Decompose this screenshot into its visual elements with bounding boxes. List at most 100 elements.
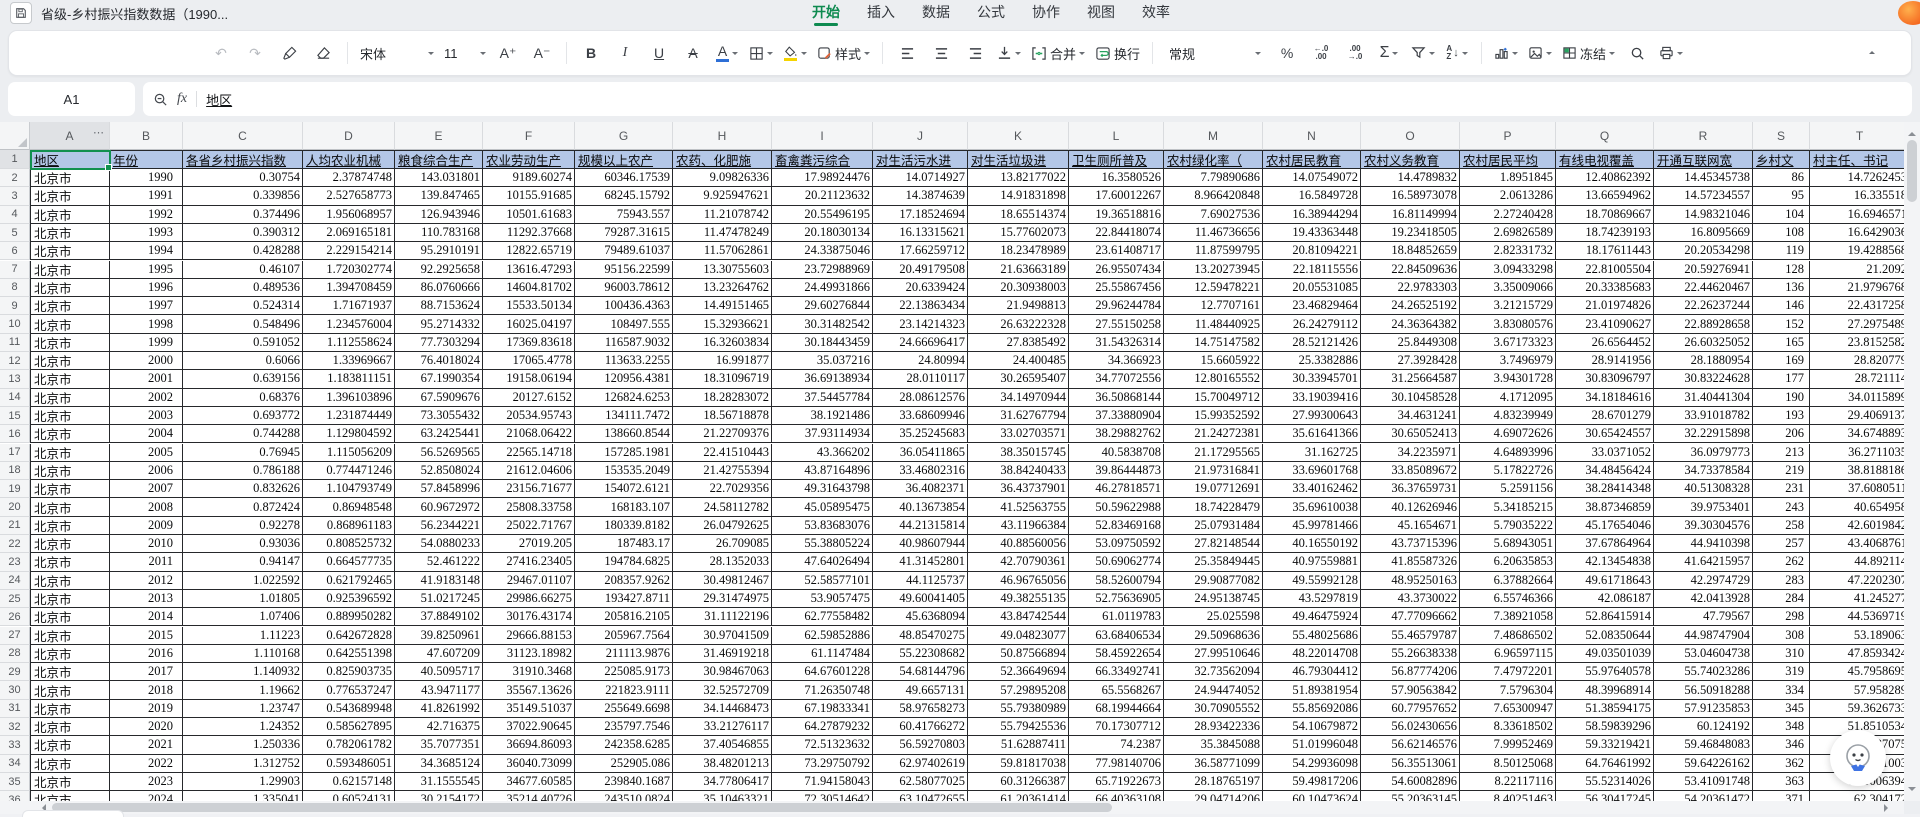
cell[interactable]: 8.50125068 xyxy=(1460,754,1556,773)
account-icon[interactable] xyxy=(1898,1,1920,25)
cell[interactable]: 43.87164896 xyxy=(772,461,873,481)
cell[interactable]: 0.664577735 xyxy=(303,553,395,572)
cell[interactable]: 1.335041 xyxy=(183,791,303,801)
cell[interactable]: 120956.4381 xyxy=(575,370,673,389)
cell[interactable]: 22.81005504 xyxy=(1556,260,1654,279)
cell[interactable]: 61.20361414 xyxy=(968,791,1069,801)
cell[interactable]: 136 xyxy=(1753,278,1810,298)
cell[interactable]: 北京市 xyxy=(30,699,110,718)
cell[interactable]: 22.84509636 xyxy=(1361,260,1460,279)
row-header-17[interactable]: 17 xyxy=(0,443,30,462)
cell[interactable]: 21.9498813 xyxy=(968,297,1069,316)
cell[interactable]: 187483.17 xyxy=(575,535,673,554)
cell[interactable]: 5.68943051 xyxy=(1460,535,1556,554)
row-header-3[interactable]: 3 xyxy=(0,187,30,206)
cell[interactable]: 18.23478989 xyxy=(968,242,1069,261)
cell[interactable]: 213 xyxy=(1753,443,1810,462)
column-header-D[interactable]: D xyxy=(303,122,395,150)
cell[interactable]: 242358.6285 xyxy=(575,736,673,755)
cell[interactable]: 14.3874639 xyxy=(873,187,968,206)
cell[interactable]: 0.776537247 xyxy=(303,681,395,700)
cell[interactable]: 48.22014708 xyxy=(1263,644,1361,664)
cell[interactable]: 25.3382886 xyxy=(1263,352,1361,371)
cell[interactable]: 34.77806417 xyxy=(673,772,772,792)
cell[interactable]: 17369.83618 xyxy=(483,333,575,352)
cell[interactable]: 0.593486051 xyxy=(303,754,395,773)
cell[interactable]: 57.958289 xyxy=(1810,681,1904,700)
cell[interactable]: 27416.23405 xyxy=(483,553,575,572)
cell[interactable]: 0.639156 xyxy=(183,370,303,389)
cell[interactable]: 20.33385683 xyxy=(1556,278,1654,298)
cell[interactable]: 243510.0824 xyxy=(575,791,673,801)
cell[interactable]: 2009 xyxy=(110,516,183,535)
cell[interactable]: 43.5297819 xyxy=(1263,589,1361,609)
cell[interactable]: 108 xyxy=(1753,223,1810,243)
row-header-12[interactable]: 12 xyxy=(0,352,30,371)
cell[interactable]: 33.19039416 xyxy=(1263,388,1361,407)
cell[interactable]: 310 xyxy=(1753,644,1810,664)
cell[interactable]: 86 xyxy=(1753,169,1810,188)
cell[interactable]: 8.966420848 xyxy=(1164,187,1263,206)
row-header-35[interactable]: 35 xyxy=(0,772,30,792)
cell[interactable]: 北京市 xyxy=(30,388,110,407)
cell[interactable]: 18.84852659 xyxy=(1361,242,1460,261)
increase-decimal-button[interactable]: ←.0.00 xyxy=(1306,38,1336,68)
cell[interactable]: 26.6564452 xyxy=(1556,333,1654,352)
cell[interactable]: 5.17822726 xyxy=(1460,461,1556,481)
cell[interactable]: 65.5568267 xyxy=(1069,681,1164,700)
cell[interactable]: 7.48686502 xyxy=(1460,626,1556,645)
cell[interactable]: 49.38255135 xyxy=(968,589,1069,609)
cell[interactable]: 44.892114 xyxy=(1810,553,1904,572)
cell[interactable]: 3.7496979 xyxy=(1460,352,1556,371)
cell[interactable]: 34.14468473 xyxy=(673,699,772,718)
cell[interactable]: 1.231874449 xyxy=(303,406,395,426)
cell[interactable]: 1.129804592 xyxy=(303,425,395,444)
cell[interactable]: 45.6368094 xyxy=(873,608,968,627)
cell[interactable]: 0.374496 xyxy=(183,205,303,224)
cell[interactable]: 2012 xyxy=(110,571,183,590)
cell[interactable]: 26.709085 xyxy=(673,535,772,554)
row-header-13[interactable]: 13 xyxy=(0,370,30,389)
cell[interactable]: 95 xyxy=(1753,187,1810,206)
cell[interactable]: 41.8261992 xyxy=(395,699,483,718)
cell[interactable]: 2.82331732 xyxy=(1460,242,1556,261)
cell[interactable]: 2.0613286 xyxy=(1460,187,1556,206)
cell[interactable]: 42.70790361 xyxy=(968,553,1069,572)
row-header-31[interactable]: 31 xyxy=(0,699,30,718)
cell[interactable]: 11.57062861 xyxy=(673,242,772,261)
cell[interactable]: 42.716375 xyxy=(395,718,483,737)
cell[interactable]: 46.27818571 xyxy=(1069,480,1164,499)
cell[interactable]: 34.3685124 xyxy=(395,754,483,773)
cell[interactable]: 100436.4363 xyxy=(575,297,673,316)
cell[interactable]: 0.76945 xyxy=(183,443,303,462)
cell[interactable]: 33.69601768 xyxy=(1263,461,1361,481)
cell[interactable]: 36.4082371 xyxy=(873,480,968,499)
cell[interactable]: 2.69826589 xyxy=(1460,223,1556,243)
cell[interactable]: 19.07712691 xyxy=(1164,480,1263,499)
row-header-26[interactable]: 26 xyxy=(0,608,30,627)
cell[interactable]: 21.63663189 xyxy=(968,260,1069,279)
cell[interactable]: 0.872424 xyxy=(183,498,303,517)
cell[interactable]: 59.33219421 xyxy=(1556,736,1654,755)
cell[interactable]: 3.94301728 xyxy=(1460,370,1556,389)
cell[interactable]: 67.19833341 xyxy=(772,699,873,718)
cell[interactable]: 45.99781466 xyxy=(1263,516,1361,535)
cell[interactable]: 348 xyxy=(1753,718,1810,737)
cell[interactable]: 16.6946571 xyxy=(1810,206,1904,224)
cell[interactable]: 4.1712095 xyxy=(1460,388,1556,407)
row-header-16[interactable]: 16 xyxy=(0,425,30,444)
cell[interactable]: 4.64893996 xyxy=(1460,443,1556,462)
cell[interactable]: 2007 xyxy=(110,480,183,499)
cell[interactable]: 北京市 xyxy=(30,260,110,279)
cell[interactable]: 43.4068761 xyxy=(1810,535,1904,554)
cell[interactable]: 43.9471177 xyxy=(395,681,483,700)
cell[interactable]: 59.64226162 xyxy=(1654,754,1753,773)
row-header-22[interactable]: 22 xyxy=(0,535,30,554)
cell[interactable]: 1.71671937 xyxy=(303,297,395,316)
cell[interactable]: 5.79035222 xyxy=(1460,516,1556,535)
cell[interactable]: 165 xyxy=(1753,333,1810,352)
cell[interactable]: 16.335518 xyxy=(1810,187,1904,206)
horizontal-scroll-thumb[interactable] xyxy=(52,803,1112,812)
cell[interactable]: 1990 xyxy=(110,169,183,188)
cell[interactable]: 19.43363448 xyxy=(1263,223,1361,243)
